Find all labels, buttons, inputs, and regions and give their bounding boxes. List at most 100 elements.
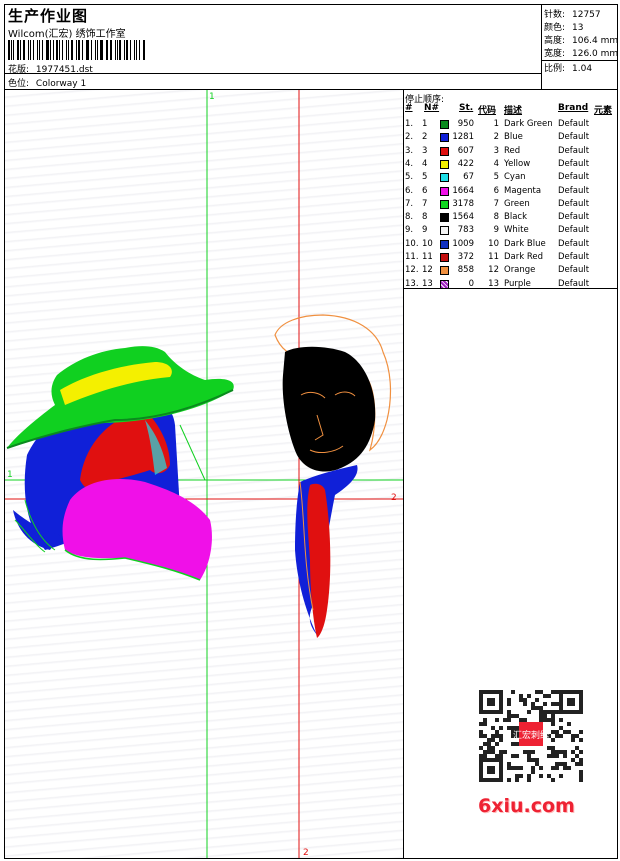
man-tie-red	[307, 483, 331, 638]
cell-no: 3	[422, 145, 428, 156]
cell-no: 6	[422, 185, 428, 196]
color-swatch	[440, 239, 449, 249]
col-brand: Brand	[558, 103, 589, 113]
color-swatch	[440, 279, 449, 289]
brand-watermark: 6xiu.com	[478, 795, 575, 817]
color-swatch	[440, 226, 449, 236]
colorway-label: 色位:	[8, 79, 30, 89]
cell-no: 13	[422, 278, 433, 289]
col-code: 代码	[478, 106, 497, 116]
cell-code: 1	[493, 119, 499, 129]
cell-idx: 5.	[405, 172, 414, 183]
cell-desc: Purple	[504, 278, 531, 289]
seal-text: 汇宏刺绣	[513, 729, 549, 741]
color-swatch	[440, 253, 449, 262]
cell-code: 11	[488, 252, 499, 262]
cell-no: 9	[422, 225, 428, 236]
cell-idx: 6.	[405, 185, 414, 196]
cell-no: 4	[422, 158, 428, 169]
stop-row-6: 6. 6 1664 6 Magenta Default	[404, 186, 617, 199]
cell-desc: Cyan	[504, 172, 526, 183]
cell-code: 13	[488, 278, 499, 289]
barcode	[8, 40, 146, 60]
color-swatch	[440, 199, 449, 209]
color-swatch	[440, 213, 449, 223]
stop-row-2: 2. 2 1281 2 Blue Default	[404, 132, 617, 145]
col-element: 元素	[594, 106, 613, 116]
stat-stitches: 针数: 12757	[544, 10, 601, 20]
cell-st: 1281	[452, 132, 474, 143]
cell-desc: Black	[504, 212, 527, 223]
cell-code: 3	[493, 145, 499, 156]
stop-row-4: 4. 4 422 4 Yellow Default	[404, 159, 617, 172]
axis-label-red-right: 2	[391, 493, 397, 503]
cell-no: 2	[422, 132, 428, 143]
stop-row-7: 7. 7 3178 7 Green Default	[404, 199, 617, 212]
cell-st: 1009	[452, 238, 474, 249]
stop-row-13: 13. 13 0 13 Purple Default	[404, 279, 617, 292]
cell-idx: 11.	[405, 252, 419, 262]
cell-idx: 7.	[405, 198, 414, 209]
production-sheet: 生产作业图 Wilcom(汇宏) 绣饰工作室 花版: 1977451.dst 色…	[4, 4, 618, 859]
stop-row-12: 12. 12 858 12 Orange Default	[404, 265, 617, 278]
cell-idx: 10.	[405, 238, 419, 249]
cell-desc: Red	[504, 145, 521, 156]
col-desc: 描述	[504, 106, 523, 116]
cell-desc: Orange	[504, 265, 536, 276]
cell-st: 422	[457, 158, 474, 169]
cell-st: 950	[457, 119, 474, 129]
cell-desc: Dark Red	[504, 252, 544, 262]
stop-row-8: 8. 8 1564 8 Black Default	[404, 212, 617, 225]
color-swatch	[440, 120, 449, 129]
page-title: 生产作业图	[8, 7, 89, 25]
header-divider	[5, 73, 541, 74]
cell-brand: Default	[558, 185, 590, 196]
cell-code: 5	[493, 172, 499, 183]
cell-code: 10	[488, 238, 499, 249]
cell-no: 12	[422, 265, 433, 276]
cell-st: 783	[457, 225, 474, 236]
woman-collar-magenta	[62, 479, 212, 580]
embroidery-preview	[5, 90, 403, 858]
cell-idx: 8.	[405, 212, 414, 223]
cell-st: 1564	[452, 212, 474, 223]
design-stats: 针数: 12757 颜色: 13 高度: 106.4 mm 宽度: 126.0 mm 比…	[542, 5, 619, 89]
color-swatch	[440, 186, 449, 196]
cell-brand: Default	[558, 198, 590, 209]
cell-code: 7	[493, 198, 499, 209]
colorway-line: 色位: Colorway 1	[8, 76, 86, 89]
stop-row-1: 1. 1 950 1 Dark Green Default	[404, 119, 617, 132]
cell-desc: Dark Blue	[504, 238, 546, 249]
col-hash: #	[405, 103, 413, 113]
color-swatch	[440, 133, 449, 143]
cell-brand: Default	[558, 119, 590, 129]
company-name: Wilcom(汇宏) 绣饰工作室	[8, 29, 126, 40]
axis-label-green-top: 1	[209, 92, 215, 102]
cell-desc: Blue	[504, 132, 523, 143]
cell-brand: Default	[558, 132, 590, 143]
stop-row-9: 9. 9 783 9 White Default	[404, 225, 617, 238]
cell-desc: White	[504, 225, 529, 236]
cell-code: 9	[493, 225, 499, 236]
cell-brand: Default	[558, 212, 590, 223]
design-canvas: 1 1 2 2	[5, 90, 404, 858]
cell-no: 11	[422, 252, 433, 262]
colorway-value: Colorway 1	[35, 79, 87, 89]
cell-no: 5	[422, 172, 428, 183]
stop-row-3: 3. 3 607 3 Red Default	[404, 146, 617, 159]
col-no: N#	[424, 103, 440, 113]
color-swatch	[440, 173, 449, 183]
cell-code: 4	[493, 158, 499, 169]
axis-label-green-left: 1	[7, 470, 13, 480]
man-face-black	[282, 346, 376, 472]
cell-brand: Default	[558, 238, 590, 249]
stat-width: 宽度: 126.0 mm	[544, 49, 619, 59]
cell-st: 67	[463, 172, 474, 183]
cell-no: 8	[422, 212, 428, 223]
axis-label-red-bottom: 2	[303, 848, 309, 858]
qr-code: 汇宏刺绣	[475, 686, 587, 786]
color-swatch	[440, 146, 449, 156]
stat-colors: 颜色: 13	[544, 23, 584, 33]
color-swatch	[440, 266, 449, 276]
color-swatch	[440, 159, 449, 169]
